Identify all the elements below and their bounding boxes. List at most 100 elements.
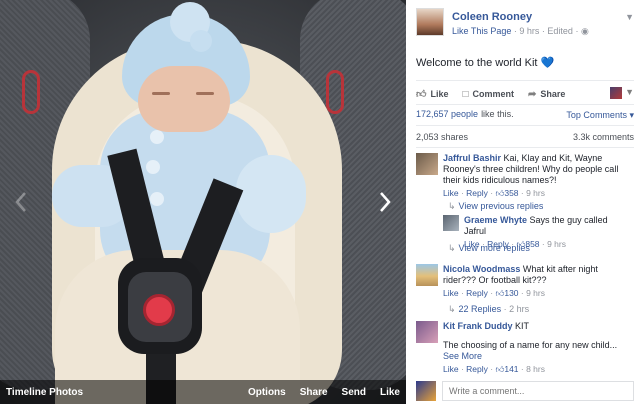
comment-body: Nicola Woodmass What kit after night rid… bbox=[443, 264, 633, 299]
comment-body: Kit Frank Duddy KIT The choosing of a na… bbox=[443, 321, 633, 375]
comment-time[interactable]: 9 hrs bbox=[526, 288, 545, 298]
suit-button bbox=[150, 130, 164, 144]
comment-meta: Like · Reply · 👍︎141 · 8 hrs bbox=[443, 364, 545, 374]
send-button[interactable]: Send bbox=[342, 387, 366, 398]
baby-arm-right bbox=[236, 155, 306, 233]
comment-time[interactable]: 9 hrs bbox=[526, 188, 545, 198]
thumbs-up-icon: 👍︎ bbox=[416, 89, 427, 100]
see-more-link[interactable]: See More bbox=[443, 351, 482, 361]
commenter-avatar[interactable] bbox=[416, 153, 438, 175]
likes-count-link[interactable]: 172,657 people bbox=[416, 109, 478, 119]
options-button[interactable]: Options bbox=[248, 387, 286, 398]
reply-arrow-icon: ↳ bbox=[448, 201, 456, 211]
commenter-avatar[interactable] bbox=[416, 321, 438, 343]
comment-time[interactable]: 8 hrs bbox=[526, 364, 545, 374]
view-previous-replies-label: View previous replies bbox=[458, 201, 544, 211]
page-name[interactable]: Coleen Rooney bbox=[452, 11, 532, 23]
replier-name[interactable]: Graeme Whyte bbox=[464, 215, 527, 225]
baby-eye-right bbox=[196, 92, 214, 95]
replies-link[interactable]: ↳ 22 Replies · 2 hrs bbox=[448, 304, 529, 315]
comment-button[interactable]: □ Comment bbox=[462, 89, 514, 100]
photo[interactable]: Timeline Photos Options Share Send Like bbox=[0, 0, 406, 404]
comment-text-continued: The choosing of a name for any new child… bbox=[443, 340, 633, 362]
comment-reply-link[interactable]: Reply bbox=[466, 364, 488, 374]
reply-time[interactable]: 9 hrs bbox=[547, 239, 566, 249]
view-previous-replies-link[interactable]: ↳ View previous replies bbox=[448, 201, 543, 212]
baby-eye-left bbox=[152, 92, 170, 95]
photo-toolbar: Timeline Photos Options Share Send Like bbox=[0, 380, 406, 404]
comment-text: KIT bbox=[515, 321, 530, 331]
replies-time: 2 hrs bbox=[509, 304, 530, 314]
globe-icon: ◉ bbox=[580, 26, 589, 36]
comment-like-link[interactable]: Like bbox=[443, 288, 459, 298]
comment-like-count[interactable]: 141 bbox=[504, 364, 518, 374]
share-photo-button[interactable]: Share bbox=[300, 387, 328, 398]
comment-label: Comment bbox=[472, 89, 515, 99]
post-time[interactable]: 9 hrs bbox=[519, 26, 539, 36]
seat-handle-left bbox=[22, 70, 40, 114]
divider bbox=[416, 147, 634, 148]
chevron-down-icon: ▾ bbox=[629, 110, 634, 120]
post-caption: Welcome to the world Kit 💙 bbox=[416, 56, 554, 69]
page-avatar[interactable] bbox=[416, 8, 444, 36]
comment-bubble-icon: □ bbox=[462, 88, 469, 100]
album-title[interactable]: Timeline Photos bbox=[6, 387, 234, 398]
comment-like-link[interactable]: Like bbox=[443, 188, 459, 198]
like-label: Like bbox=[430, 89, 449, 99]
hat-pompom-small bbox=[190, 30, 212, 52]
commenter-name[interactable]: Kit Frank Duddy bbox=[443, 321, 513, 331]
buckle-release-button bbox=[143, 294, 175, 326]
comment-reply-link[interactable]: Reply bbox=[466, 288, 488, 298]
audience-chevron-down-icon[interactable]: ▼ bbox=[625, 87, 634, 97]
divider bbox=[416, 125, 634, 126]
blue-heart-emoji: 💙 bbox=[540, 57, 555, 69]
post-header: Coleen Rooney Like This Page · 9 hrs · E… bbox=[416, 8, 636, 38]
likes-suffix: like this. bbox=[481, 109, 514, 119]
divider bbox=[416, 80, 634, 81]
comment-meta: Like · Reply · 👍︎130 · 9 hrs bbox=[443, 288, 545, 298]
edited-label[interactable]: Edited bbox=[547, 26, 573, 36]
viewer-avatar[interactable] bbox=[610, 87, 622, 99]
comments-count: 3.3k comments bbox=[572, 132, 634, 142]
commenter-name[interactable]: Jaffrul Bashir bbox=[443, 153, 501, 163]
share-arrow-icon: ➦ bbox=[528, 88, 537, 100]
commenter-avatar[interactable] bbox=[416, 264, 438, 286]
comment-input[interactable] bbox=[442, 381, 634, 401]
next-photo-button[interactable] bbox=[372, 185, 398, 219]
chevron-right-icon bbox=[380, 192, 391, 212]
comment-text-line2: The choosing of a name for any new child… bbox=[443, 340, 618, 350]
comment-reply-link[interactable]: Reply bbox=[466, 188, 488, 198]
suit-button bbox=[146, 160, 160, 174]
viewer-avatar[interactable] bbox=[416, 381, 436, 401]
top-comments-label: Top Comments bbox=[566, 110, 627, 120]
post-panel: Coleen Rooney Like This Page · 9 hrs · E… bbox=[406, 0, 640, 404]
thumbs-up-icon: 👍︎ bbox=[495, 288, 505, 298]
comment-like-link[interactable]: Like bbox=[443, 364, 459, 374]
like-photo-button[interactable]: Like bbox=[380, 387, 400, 398]
comment-like-count[interactable]: 130 bbox=[504, 288, 518, 298]
caption-text: Welcome to the world Kit bbox=[416, 57, 538, 69]
view-more-replies-label: View more replies bbox=[458, 243, 530, 253]
view-more-replies-link[interactable]: ↳ View more replies bbox=[448, 243, 530, 254]
thumbs-up-icon: 👍︎ bbox=[495, 364, 505, 374]
top-comments-dropdown[interactable]: Top Comments ▾ bbox=[566, 110, 634, 121]
share-label: Share bbox=[540, 89, 566, 99]
like-button[interactable]: 👍︎ Like bbox=[416, 88, 448, 100]
seat-handle-right bbox=[326, 70, 344, 114]
post-options-chevron-icon[interactable]: ▼ bbox=[625, 12, 634, 22]
commenter-name[interactable]: Nicola Woodmass bbox=[443, 264, 520, 274]
replier-avatar[interactable] bbox=[443, 215, 459, 231]
chevron-left-icon bbox=[15, 192, 26, 212]
comment-body: Jaffrul Bashir Kai, Klay and Kit, Wayne … bbox=[443, 153, 633, 199]
like-page-link[interactable]: Like This Page bbox=[452, 26, 511, 36]
thumbs-up-icon: 👍︎ bbox=[495, 188, 505, 198]
comment-like-count[interactable]: 358 bbox=[504, 188, 518, 198]
divider bbox=[416, 104, 634, 105]
post-actions: 👍︎ Like □ Comment ➦ Share ▼ bbox=[416, 86, 636, 102]
previous-photo-button[interactable] bbox=[8, 185, 34, 219]
reply-arrow-icon: ↳ bbox=[448, 243, 456, 253]
share-button[interactable]: ➦ Share bbox=[528, 89, 565, 100]
comment-composer bbox=[416, 380, 636, 402]
post-meta: Like This Page · 9 hrs · Edited · ◉ bbox=[452, 26, 589, 36]
baby-face bbox=[138, 66, 230, 132]
